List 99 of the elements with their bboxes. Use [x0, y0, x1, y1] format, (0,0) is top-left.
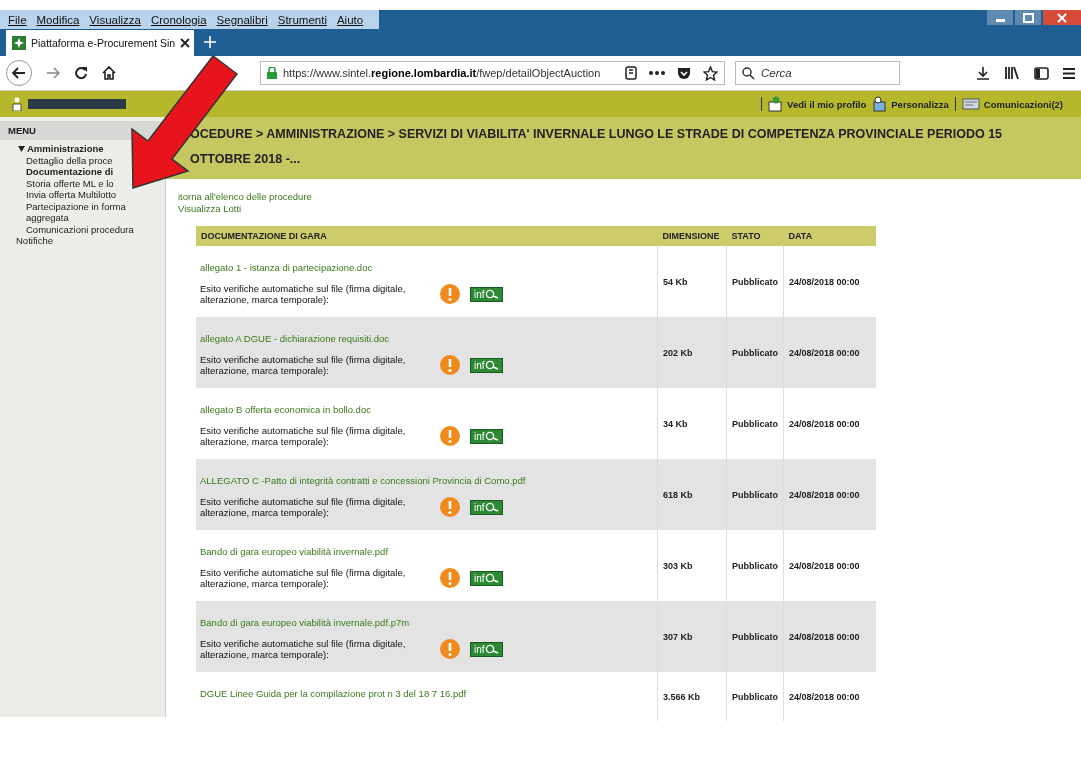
info-button[interactable]: inf	[470, 428, 503, 444]
file-link[interactable]: allegato B offerta economica in bollo.doc	[200, 404, 371, 415]
warning-icon	[440, 568, 460, 588]
download-icon[interactable]	[976, 66, 990, 80]
file-link[interactable]: allegato A DGUE - dichiarazione requisiti.doc	[200, 333, 390, 344]
table-cell: 202 Kb	[657, 317, 727, 388]
warning-icon	[440, 497, 460, 517]
info-button[interactable]: inf	[470, 286, 503, 302]
menu-item[interactable]: Segnalibri	[216, 13, 268, 26]
table-cell: 618 Kb	[657, 459, 727, 530]
user-settings-icon	[872, 96, 888, 112]
menu-item[interactable]: Dettaglio della proce	[26, 154, 113, 166]
menu-item[interactable]: Visualizza	[89, 13, 141, 26]
search-icon	[484, 644, 499, 654]
menu-item[interactable]: Partecipazione in forma aggregata	[26, 200, 138, 224]
table-cell: Pubblicato	[726, 672, 784, 721]
sidebar-toggle-icon[interactable]	[1034, 66, 1049, 80]
user-icon	[12, 97, 22, 111]
search-icon	[484, 360, 499, 370]
more-dots-icon[interactable]	[649, 71, 665, 75]
check-label: Esito verifiche automatiche sul file (firma digitale, alterazione, marca temporale):	[200, 638, 407, 660]
page-link[interactable]: Visualizza Lotti	[178, 203, 242, 215]
search-icon	[742, 67, 755, 80]
menu-item[interactable]: Invia offerta Multilotto	[26, 189, 117, 201]
column-header: DIMENSIONE	[657, 226, 727, 246]
menu-heading: MENU	[0, 121, 165, 140]
column-header: DATA	[783, 226, 876, 246]
forward-arrow-icon[interactable]	[46, 67, 60, 79]
info-button[interactable]: inf	[470, 570, 503, 586]
file-link[interactable]: Bando di gara europeo viabilità invernale.pdf.p7m	[200, 617, 410, 628]
shield-icon[interactable]	[677, 66, 691, 80]
check-label: Esito verifiche automatiche sul file (firma digitale, alterazione, marca temporale):	[200, 283, 407, 305]
menu-item[interactable]: Strumenti	[277, 13, 327, 26]
home-icon[interactable]	[102, 66, 116, 80]
menu-item[interactable]: Comunicazioni procedura	[26, 223, 134, 235]
back-arrow-icon	[12, 67, 26, 79]
breadcrumb: OCEDURE > AMMINISTRAZIONE > SERVIZI DI VIABILITA' INVERNALE LUNGO LE STRADE DI COMPETENZA PROVINCIALE PERIODO 15 OTTOBRE 2018 -...	[166, 117, 1081, 179]
search-icon	[484, 431, 499, 441]
file-link[interactable]: DGUE Linee Guida per la compilazione prot n 3 del 18 7 16.pdf	[200, 688, 467, 699]
menu-item[interactable]: Storia offerte ML e lo	[26, 177, 114, 189]
table-cell: 24/08/2018 00:00	[783, 317, 876, 388]
check-label: Esito verifiche automatiche sul file (firma digitale, alterazione, marca temporale):	[200, 496, 407, 518]
file-link[interactable]: Bando di gara europeo viabilità invernale.pdf	[200, 546, 389, 557]
menu-item[interactable]: Cronologia	[150, 13, 207, 26]
plus-icon[interactable]	[204, 36, 216, 48]
table-cell: Pubblicato	[726, 317, 784, 388]
url-text: https://www.sintel.regione.lombardia.it/fwep/detailObjectAuction	[283, 67, 602, 79]
check-label: Esito verifiche automatiche sul file (firma digitale, alterazione, marca temporale):	[200, 425, 407, 447]
minimize-button[interactable]	[987, 10, 1013, 25]
info-button[interactable]: inf	[470, 641, 503, 657]
info-button[interactable]: inf	[470, 357, 503, 373]
menu-icon[interactable]	[1063, 67, 1075, 79]
check-label: Esito verifiche automatiche sul file (firma digitale, alterazione, marca temporale):	[200, 567, 407, 589]
page-link[interactable]: itorna all'elenco delle procedure	[178, 191, 312, 203]
browser-tab[interactable]: Piattaforma e-Procurement Sin	[6, 30, 194, 56]
menu-item[interactable]: Aiuto	[336, 13, 364, 26]
menu-item[interactable]: Documentazione di	[26, 166, 114, 178]
warning-icon	[440, 639, 460, 659]
message-icon	[961, 96, 980, 112]
table-cell: 307 Kb	[657, 601, 727, 672]
file-link[interactable]: allegato 1 - istanza di partecipazione.doc	[200, 262, 373, 273]
maximize-button[interactable]	[1015, 10, 1041, 25]
padlock-icon	[267, 67, 277, 79]
search-icon	[484, 289, 499, 299]
table-cell: 24/08/2018 00:00	[783, 672, 876, 721]
address-bar[interactable]: https://www.sintel.regione.lombardia.it/fwep/detailObjectAuction	[260, 61, 725, 85]
header-link[interactable]: Vedi il mio profilo	[768, 96, 867, 112]
menu-item[interactable]: File	[8, 13, 27, 26]
tab-title: Piattaforma e-Procurement Sin	[31, 37, 176, 49]
search-field[interactable]: Cerca	[735, 61, 900, 85]
header-link[interactable]: Comunicazioni(2)	[961, 96, 1063, 112]
close-icon[interactable]	[180, 38, 191, 48]
check-label: Esito verifiche automatiche sul file (firma digitale, alterazione, marca temporale):	[200, 354, 407, 376]
info-button[interactable]: inf	[470, 499, 503, 515]
site-icon	[12, 36, 26, 50]
column-header: DOCUMENTAZIONE DI GARA	[196, 226, 658, 246]
close-icon	[1057, 12, 1067, 23]
table-cell: 3.566 Kb	[657, 672, 727, 721]
profile-icon	[768, 96, 784, 112]
menu-item[interactable]: Amministrazione	[18, 143, 104, 155]
reload-icon[interactable]	[74, 66, 88, 80]
table-cell: Pubblicato	[726, 601, 784, 672]
library-icon[interactable]	[1004, 66, 1020, 80]
table-cell: 24/08/2018 00:00	[783, 601, 876, 672]
file-link[interactable]: ALLEGATO C -Patto di integrità contratti e concessioni Provincia di Como.pdf	[200, 475, 526, 486]
reader-view-icon[interactable]	[625, 66, 637, 80]
warning-icon	[440, 426, 460, 446]
warning-icon	[440, 284, 460, 304]
table-cell: 24/08/2018 00:00	[783, 459, 876, 530]
star-icon[interactable]	[703, 65, 718, 81]
search-icon	[484, 573, 499, 583]
table-cell: Pubblicato	[726, 459, 784, 530]
warning-icon	[440, 355, 460, 375]
menu-item[interactable]: Notifiche	[16, 235, 53, 247]
header-link[interactable]: Personalizza	[872, 96, 949, 112]
column-header: STATO	[726, 226, 784, 246]
search-icon	[484, 502, 499, 512]
menu-item[interactable]: Modifica	[36, 13, 80, 26]
close-button[interactable]	[1043, 10, 1081, 25]
